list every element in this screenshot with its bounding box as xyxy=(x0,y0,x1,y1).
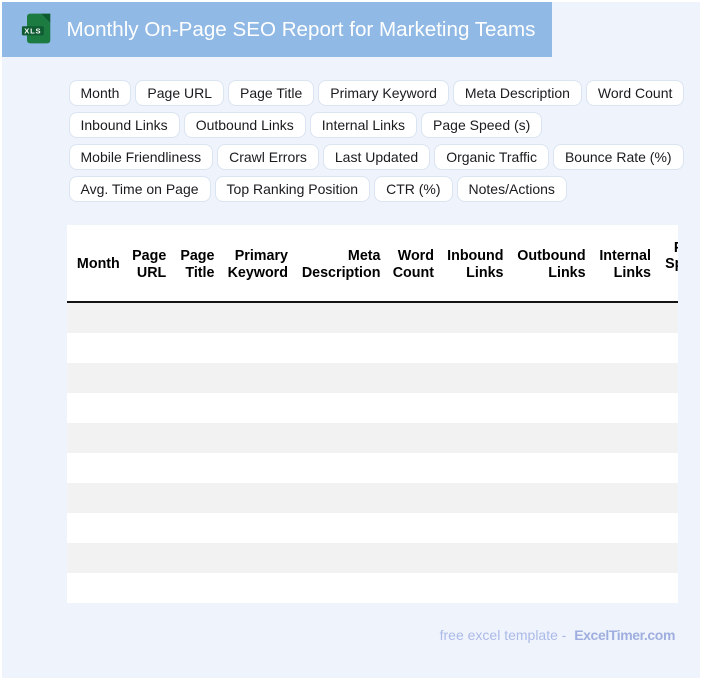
svg-text:XLS: XLS xyxy=(24,26,41,35)
